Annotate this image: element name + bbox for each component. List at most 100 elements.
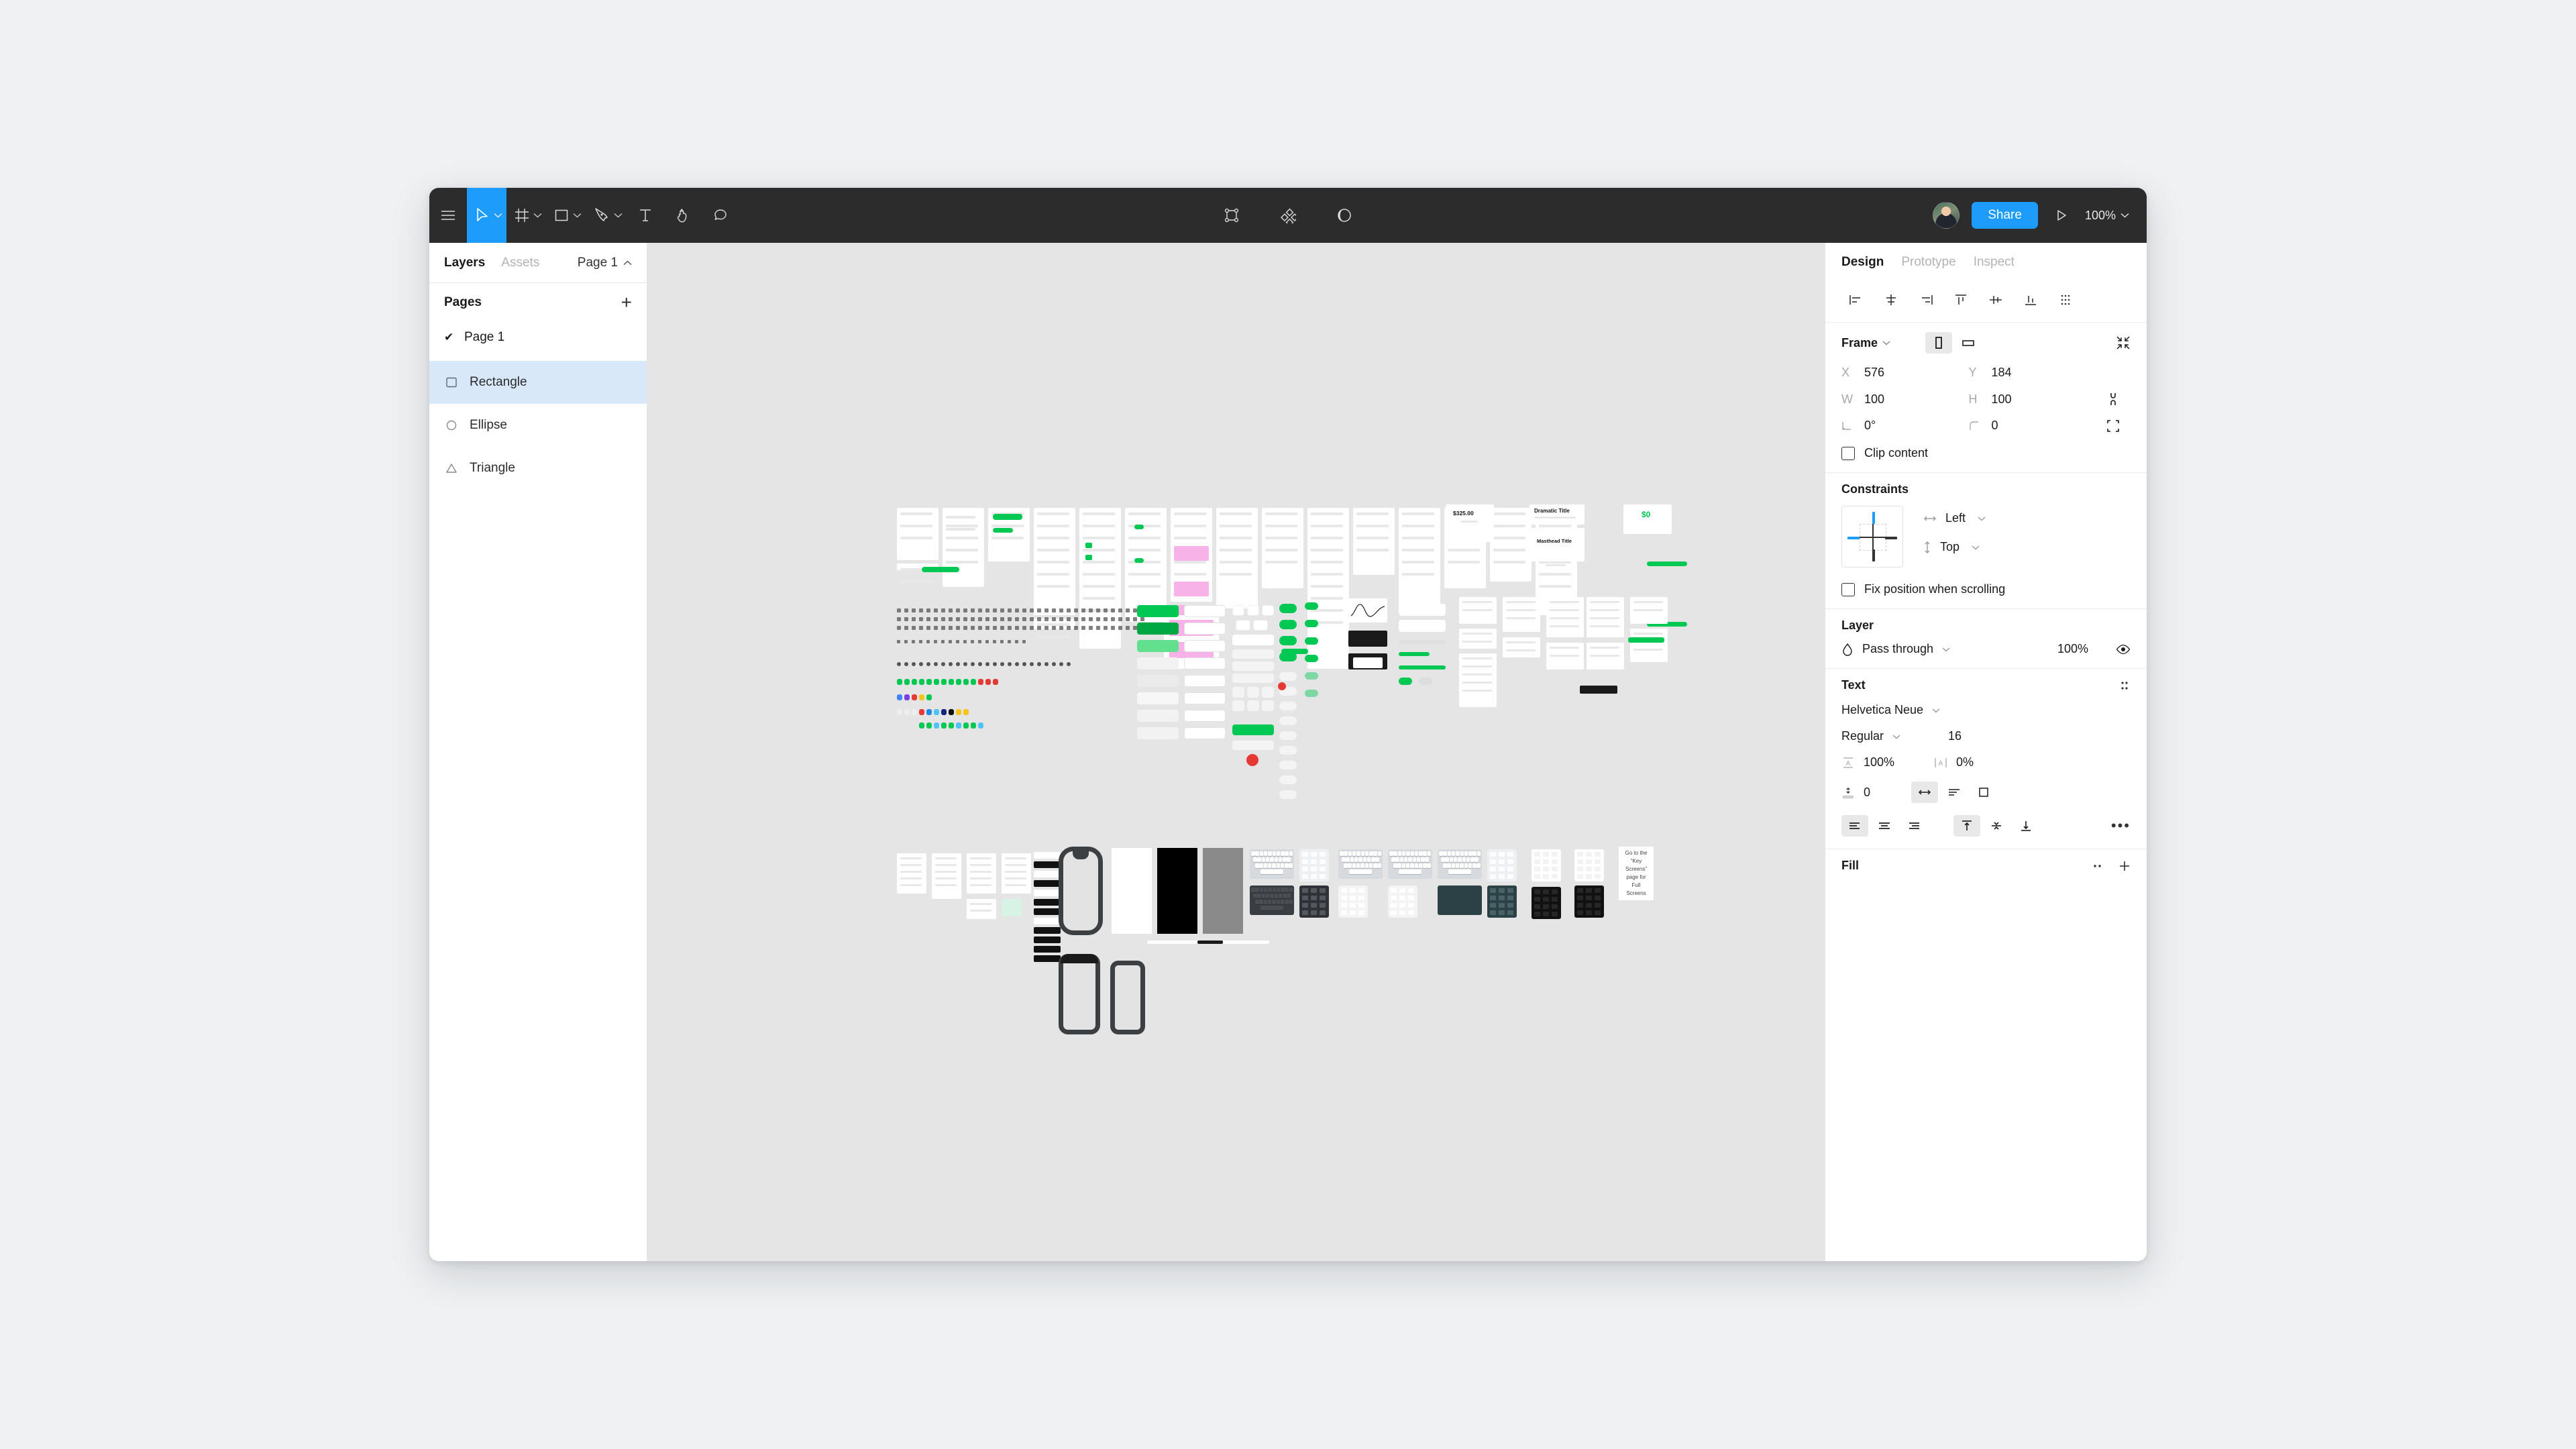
y-field[interactable]: Y 184 — [1969, 366, 2096, 380]
vertical-constraint-dropdown[interactable]: Top — [1923, 540, 1986, 554]
keypad-key[interactable] — [1391, 888, 1397, 893]
keypad-key[interactable] — [1543, 852, 1549, 857]
keypad-key[interactable] — [1350, 888, 1356, 893]
letter-spacing-value[interactable]: 0% — [1956, 755, 1974, 769]
keypad-key[interactable] — [1320, 910, 1326, 915]
layer-row-ellipse[interactable]: Ellipse — [429, 404, 647, 447]
keyboard-key[interactable] — [1267, 900, 1272, 904]
keyboard-key[interactable] — [1289, 851, 1293, 856]
keypad-key[interactable] — [1499, 867, 1505, 871]
keypad-key[interactable] — [1302, 903, 1308, 908]
keypad-key[interactable] — [1320, 874, 1326, 879]
keypad-key[interactable] — [1490, 874, 1496, 879]
keyboard-key[interactable] — [1263, 888, 1268, 892]
scale-node-tool[interactable] — [1213, 207, 1250, 223]
keypad-key[interactable] — [1534, 859, 1540, 864]
design-canvas[interactable]: $325.00 Dramatic Title Masthead Title $0 Go … — [647, 243, 1825, 1261]
keypad-key[interactable] — [1490, 852, 1496, 857]
keyboard-key[interactable] — [1451, 863, 1456, 868]
keyboard-key[interactable] — [1421, 857, 1425, 862]
keyboard-key[interactable] — [1356, 851, 1360, 856]
keypad-key[interactable] — [1320, 867, 1326, 871]
keyboard-key[interactable] — [1445, 857, 1449, 862]
keyboard-key[interactable] — [1272, 900, 1276, 904]
keyboard-key[interactable] — [1268, 851, 1272, 856]
keyboard-key[interactable] — [1352, 863, 1356, 868]
keypad-key[interactable] — [1577, 859, 1583, 864]
keypad-key[interactable] — [1586, 867, 1592, 871]
chevron-down-icon[interactable] — [1892, 734, 1900, 739]
tab-layers[interactable]: Layers — [444, 256, 485, 270]
text-align-top-icon[interactable] — [1953, 815, 1980, 837]
keypad-key[interactable] — [1552, 874, 1558, 879]
keypad-key[interactable] — [1507, 910, 1513, 915]
keyboard-key[interactable] — [1259, 863, 1263, 868]
keypad-key[interactable] — [1408, 896, 1414, 900]
keyboard-key[interactable] — [1472, 851, 1477, 856]
keyboard-key[interactable] — [1447, 863, 1451, 868]
font-family-row[interactable]: Helvetica Neue — [1841, 703, 2131, 717]
tab-inspect[interactable]: Inspect — [1974, 255, 2015, 270]
keyboard-key[interactable] — [1289, 888, 1293, 892]
keyboard-key[interactable] — [1423, 863, 1427, 868]
keypad-key[interactable] — [1586, 903, 1592, 908]
keyboard-key[interactable] — [1270, 894, 1274, 898]
height-field[interactable]: H 100 — [1969, 392, 2096, 407]
keypad-key[interactable] — [1595, 910, 1601, 915]
keyboard-key[interactable] — [1281, 851, 1285, 856]
text-align-bottom-icon[interactable] — [2012, 815, 2039, 837]
keypad-key[interactable] — [1490, 903, 1496, 908]
keypad-key[interactable] — [1577, 867, 1583, 871]
keypad-key[interactable] — [1320, 896, 1326, 900]
tab-design[interactable]: Design — [1841, 255, 1884, 270]
keypad-key[interactable] — [1311, 888, 1317, 893]
keyboard-key[interactable] — [1263, 863, 1268, 868]
keypad-key[interactable] — [1302, 859, 1308, 864]
keyboard-key[interactable] — [1272, 851, 1276, 856]
components-tool[interactable] — [1269, 207, 1307, 223]
keyboard-key[interactable] — [1285, 863, 1289, 868]
keyboard-key[interactable] — [1289, 900, 1293, 904]
frame-tool[interactable] — [506, 188, 546, 243]
font-size-value[interactable]: 16 — [1948, 729, 1962, 743]
keyboard-key[interactable] — [1358, 857, 1362, 862]
zoom-selector[interactable]: 100% — [2085, 209, 2129, 223]
keypad-key[interactable] — [1543, 859, 1549, 864]
keyboard-key[interactable] — [1261, 857, 1266, 862]
text-align-right-icon[interactable] — [1900, 815, 1927, 837]
keyboard-key[interactable] — [1265, 894, 1270, 898]
keypad-key[interactable] — [1490, 859, 1496, 864]
keyboard-key[interactable] — [1285, 900, 1289, 904]
keypad-key[interactable] — [1490, 867, 1496, 871]
keypad-key[interactable] — [1311, 896, 1317, 900]
proportion-lock-icon[interactable] — [2096, 392, 2131, 407]
corner-radius-field[interactable]: 0 — [1969, 419, 2096, 433]
keyboard-key[interactable] — [1408, 857, 1412, 862]
keypad-key[interactable] — [1350, 896, 1356, 900]
keypad-key[interactable] — [1408, 910, 1414, 915]
keyboard-key[interactable] — [1395, 857, 1399, 862]
keyboard-key[interactable] — [1377, 851, 1382, 856]
keyboard-key[interactable] — [1251, 851, 1255, 856]
keyboard-key[interactable] — [1281, 888, 1285, 892]
share-button[interactable]: Share — [1972, 202, 2038, 229]
keyboard-key[interactable] — [1346, 857, 1350, 862]
keyboard-key[interactable] — [1287, 894, 1291, 898]
keyboard-key[interactable] — [1342, 857, 1346, 862]
keypad-key[interactable] — [1552, 897, 1558, 902]
keyboard-key[interactable] — [1344, 851, 1348, 856]
keyboard-key[interactable] — [1340, 851, 1344, 856]
keyboard-key[interactable] — [1261, 894, 1266, 898]
keyboard-key[interactable] — [1460, 863, 1464, 868]
keypad-key[interactable] — [1507, 859, 1513, 864]
keyboard-key[interactable] — [1464, 851, 1468, 856]
keypad-key[interactable] — [1543, 912, 1549, 916]
keypad-key[interactable] — [1350, 903, 1356, 908]
keypad-key[interactable] — [1399, 903, 1405, 908]
keypad-key[interactable] — [1534, 852, 1540, 857]
keypad-key[interactable] — [1534, 867, 1540, 871]
keypad-key[interactable] — [1320, 852, 1326, 857]
keyboard-key[interactable] — [1393, 863, 1397, 868]
keypad-key[interactable] — [1499, 903, 1505, 908]
chevron-down-icon[interactable] — [1882, 340, 1890, 345]
